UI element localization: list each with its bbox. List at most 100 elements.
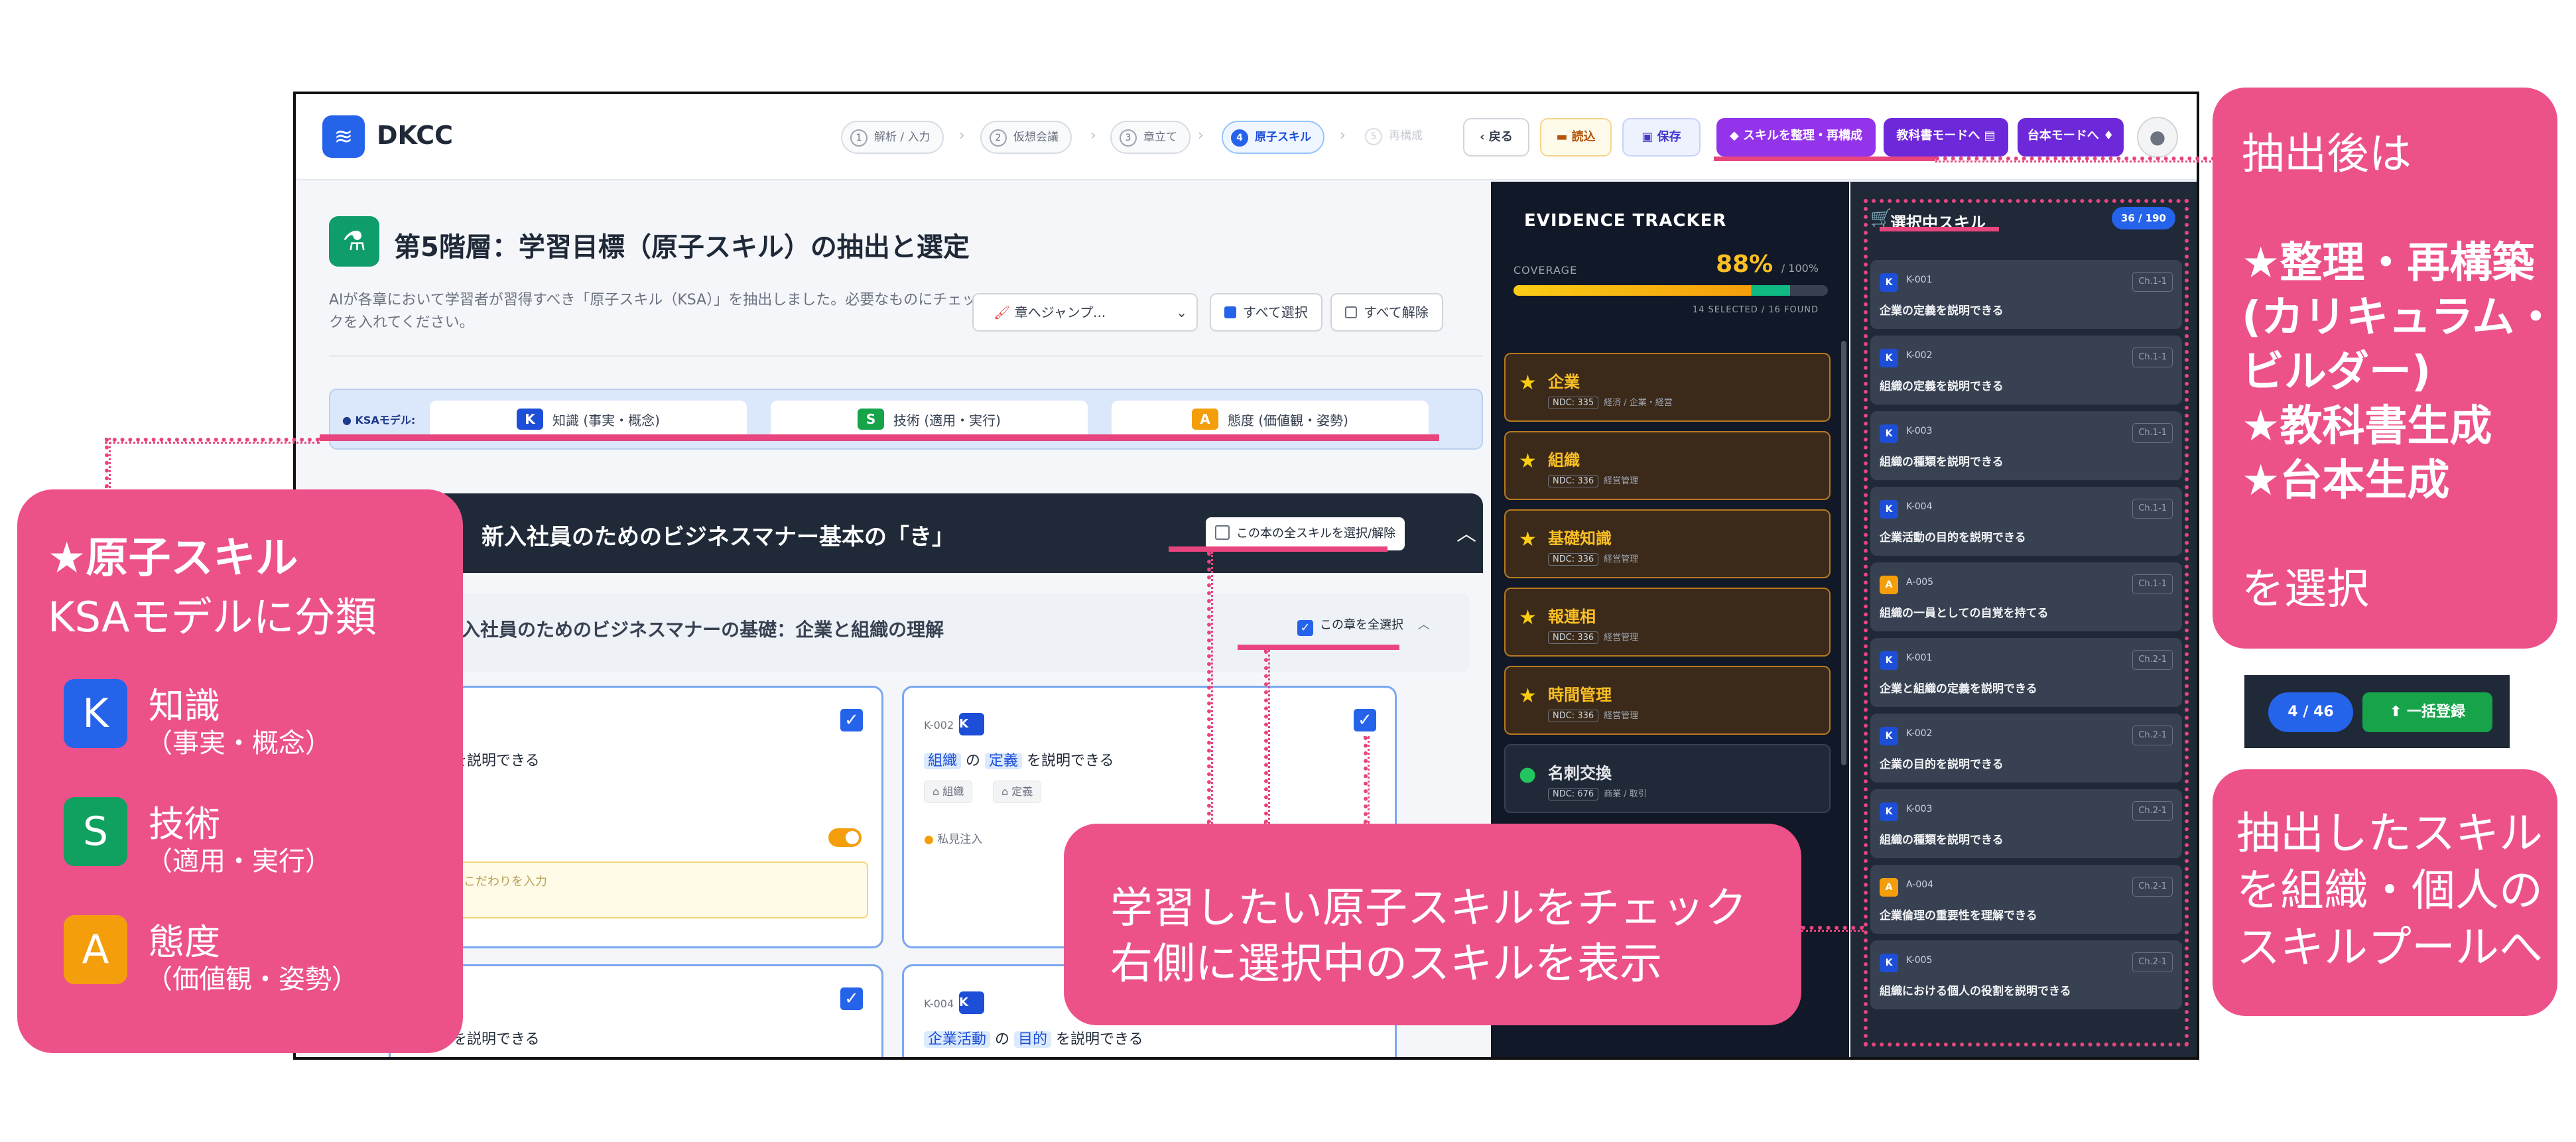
bulk-register-button[interactable]: ⬆ 一括登録	[2362, 692, 2492, 732]
page-title: 第5階層：学習目標（原子スキル）の抽出と選定	[394, 232, 970, 263]
save-button[interactable]: ▣ 保存	[1622, 118, 1701, 157]
load-button[interactable]: ▬ 読込	[1540, 118, 1612, 157]
dotted-connector	[1207, 552, 1213, 824]
coverage-fill	[1513, 285, 1791, 296]
highlight-underline	[1714, 157, 1935, 161]
evidence-item[interactable]: ★ 報連相 NDC: 336 経営管理	[1504, 588, 1831, 657]
chapter-select-all[interactable]: ✓ この章を全選択 ︿	[1297, 615, 1430, 636]
callout-line: ★教科書生成	[2242, 402, 2492, 451]
brush-icon: 🖌	[994, 304, 1015, 320]
ksa-callout: ★原子スキル KSAモデルに分類 K 知識 （事実・概念） S 技術 （適用・実行） A…	[17, 489, 463, 1053]
star-icon: ★	[1519, 684, 1537, 708]
microscope-icon: ⚗	[329, 216, 379, 267]
callout-line	[2242, 182, 2557, 236]
checkbox-empty-icon	[1345, 306, 1357, 318]
evidence-item[interactable]: ★ 組織 NDC: 336 経営管理	[1504, 431, 1831, 500]
callout-line: スキルプールへ	[2236, 922, 2543, 973]
personal-view-label: 私見注入	[937, 833, 983, 846]
script-mode-button[interactable]: 台本モードへ ♦	[2018, 118, 2124, 157]
page-description: AIが各章において学習者が習得すべき「原子スキル（KSA）」を抽出しました。必要…	[329, 292, 977, 331]
textbook-mode-button[interactable]: 教科書モードへ ▤	[1884, 118, 2008, 157]
save-icon: ▣	[1642, 130, 1657, 144]
star-icon: ★	[1519, 528, 1537, 551]
chevron-right-icon: ›	[1090, 127, 1096, 144]
reorganize-button[interactable]: ◆ スキルを整理・再構成	[1716, 118, 1876, 157]
divider	[329, 355, 1483, 357]
dotted-connector	[1364, 736, 1370, 824]
dotted-connector	[1264, 650, 1270, 824]
skill-pool-callout: 抽出したスキル を組織・個人の スキルプールへ	[2213, 769, 2557, 1016]
evidence-item[interactable]: ★ 時間管理 NDC: 336 経営管理	[1504, 666, 1831, 735]
checkbox-empty-icon	[1215, 525, 1230, 540]
callout-line: を組織・個人の	[2236, 865, 2543, 916]
checkbox-checked-icon[interactable]: ✓	[1354, 709, 1376, 731]
callout-line: ★台本生成	[2242, 456, 2450, 505]
note-input[interactable]: やこだわりを入力	[404, 861, 868, 919]
star-icon: ★	[1519, 371, 1537, 395]
chevron-right-icon: ›	[1198, 127, 1204, 144]
chapter-title: 入社員のためのビジネスマナーの基礎：企業と組織の理解	[462, 619, 944, 641]
cube-icon: ◆	[1729, 129, 1744, 143]
chapter-jump-select[interactable]: 🖌 章へジャンプ... ⌄	[972, 293, 1198, 332]
ksa-label: KSAモデル:	[355, 414, 416, 426]
chevron-up-icon[interactable]: ︿	[1456, 517, 1476, 546]
deselect-all-button[interactable]: すべて解除	[1330, 293, 1443, 332]
chevron-down-icon: ⌄	[1176, 304, 1187, 320]
folder-icon: ▬	[1556, 130, 1572, 144]
step-meeting[interactable]: 2 仮想会議	[980, 121, 1072, 154]
toggle-switch[interactable]	[828, 828, 862, 847]
chevron-left-icon: ‹	[1480, 130, 1489, 144]
highlight-underline	[1169, 546, 1387, 552]
coverage-progress-bar	[1513, 285, 1828, 296]
user-avatar-icon[interactable]: ●	[2137, 117, 2178, 158]
evidence-item[interactable]: ★ 企業 NDC: 335 経済 / 企業・経営	[1504, 353, 1831, 422]
evidence-item[interactable]: ● 名刺交換 NDC: 676 商業 / 取引	[1504, 744, 1831, 813]
checkbox-checked-icon	[1224, 306, 1236, 318]
book-header[interactable]: 新入社員のためのビジネスマナー基本の「き」 この本の全スキルを選択/解除 ︿	[329, 493, 1483, 573]
star-icon: ★	[1519, 450, 1537, 473]
info-icon: ●	[342, 414, 355, 426]
upload-icon: ⬆	[2389, 704, 2408, 720]
selection-callout: 学習したい原子スキルをチェック 右側に選択中のスキルを表示	[1064, 824, 1801, 1025]
chevron-right-icon: ›	[959, 127, 965, 144]
dotted-connector	[1935, 157, 2239, 162]
step-chapters[interactable]: 3 章立て	[1110, 121, 1191, 154]
callout-line: (カリキュラム・	[2242, 293, 2557, 342]
chapter-header[interactable]: 入社員のためのビジネスマナーの基礎：企業と組織の理解 ✓ この章を全選択 ︿	[355, 593, 1470, 672]
star-icon: ★	[1519, 606, 1537, 629]
book-select-all-toggle[interactable]: この本の全スキルを選択/解除	[1206, 517, 1405, 550]
dotted-frame	[1864, 199, 2189, 1047]
skill-id: K-004	[924, 997, 954, 1010]
dotted-connector	[105, 438, 320, 444]
callout-line: を選択	[2242, 565, 2369, 614]
callout-line: 抽出したスキル	[2236, 808, 2543, 859]
book-title: 新入社員のためのビジネスマナー基本の「き」	[482, 524, 954, 550]
scrollbar[interactable]	[1841, 341, 1846, 765]
back-button[interactable]: ‹ 戻る	[1463, 118, 1529, 157]
layers-icon[interactable]: ≋	[322, 115, 365, 158]
callout-line: ★整理・再構築	[2242, 239, 2535, 288]
chevron-up-icon: ︿	[1417, 618, 1430, 632]
coverage-selected-found: 14 SELECTED / 16 FOUND	[1692, 305, 1819, 315]
coverage-value: 88%	[1716, 251, 1773, 278]
bulk-register-panel: 4 / 46 ⬆ 一括登録	[2244, 675, 2510, 748]
check-circle-icon: ●	[1519, 763, 1537, 786]
select-all-button[interactable]: すべて選択	[1210, 293, 1322, 332]
evidence-title: EVIDENCE TRACKER	[1524, 211, 1727, 231]
step-atomic-skills[interactable]: 4 原子スキル	[1222, 121, 1324, 154]
chat-icon: ●	[924, 833, 938, 846]
dotted-connector	[1801, 926, 1864, 932]
step-analyze[interactable]: 1 解析 / 入力	[841, 121, 944, 154]
book-icon: ▤	[1980, 129, 1996, 143]
step-restructure: 5 再構成	[1357, 121, 1435, 154]
dotted-connector	[105, 438, 111, 488]
checkbox-checked-icon: ✓	[1297, 620, 1313, 636]
mic-icon: ♦	[2098, 129, 2114, 143]
evidence-item[interactable]: ★ 基礎知識 NDC: 336 経営管理	[1504, 509, 1831, 578]
callout-line	[2242, 508, 2557, 562]
tag: ⌂ 定義	[993, 781, 1042, 803]
checkbox-checked-icon[interactable]: ✓	[840, 987, 863, 1010]
checkbox-checked-icon[interactable]: ✓	[840, 709, 863, 731]
highlight-underline	[320, 434, 1439, 441]
callout-line: ビルダー)	[2242, 348, 2431, 397]
